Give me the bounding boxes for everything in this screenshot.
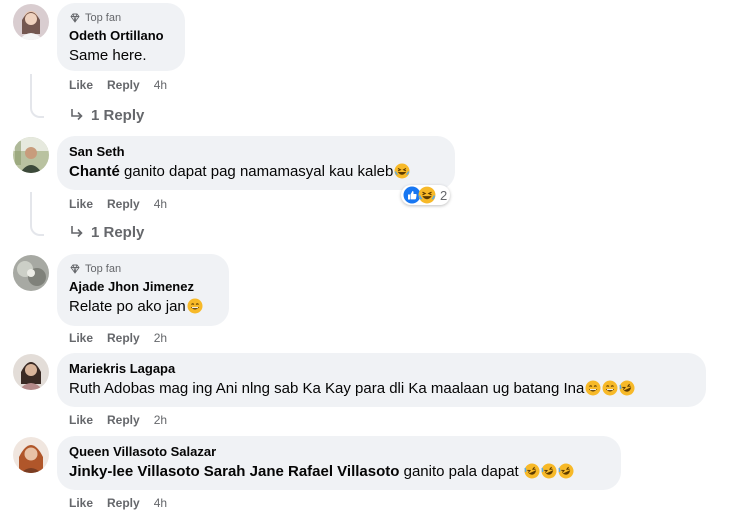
reply-thread-line: [30, 192, 44, 236]
grin-emoji-icon: [602, 380, 618, 396]
reply-button[interactable]: Reply: [107, 197, 140, 211]
like-button[interactable]: Like: [69, 331, 93, 345]
diamond-icon: [69, 263, 81, 275]
top-fan-badge: Top fan: [69, 11, 173, 25]
mentioned-user[interactable]: Jinky-lee Villasoto Sarah Jane Rafael Vi…: [69, 463, 399, 480]
comment-text: Chanté ganito dapat pag namamasyal kau k…: [69, 162, 443, 182]
comment-author[interactable]: Mariekris Lagapa: [69, 361, 694, 377]
avatar[interactable]: [13, 354, 49, 390]
avatar[interactable]: [13, 437, 49, 473]
reply-button[interactable]: Reply: [107, 331, 140, 345]
comment-timestamp[interactable]: 2h: [154, 331, 167, 345]
comment-text: Ruth Adobas mag ing Ani nlng sab Ka Kay …: [69, 379, 694, 399]
comment-body: Relate po ako jan: [69, 298, 186, 315]
haha-reaction-icon: [418, 186, 436, 204]
comment-text: Relate po ako jan: [69, 297, 217, 317]
view-replies-link[interactable]: 1 Reply: [69, 105, 144, 125]
laugh-emoji-icon: [394, 163, 410, 179]
reply-button[interactable]: Reply: [107, 78, 140, 92]
like-button[interactable]: Like: [69, 78, 93, 92]
view-replies-link[interactable]: 1 Reply: [69, 222, 144, 242]
comment-timestamp[interactable]: 2h: [154, 413, 167, 427]
replies-count[interactable]: 1 Reply: [91, 224, 144, 241]
rofl-emoji-icon: [619, 380, 635, 396]
comment-bubble: Queen Villasoto Salazar Jinky-lee Villas…: [57, 436, 621, 490]
rofl-emoji-icon: [524, 463, 540, 479]
comment-author[interactable]: Ajade Jhon Jimenez: [69, 279, 217, 295]
comment-text: Jinky-lee Villasoto Sarah Jane Rafael Vi…: [69, 462, 609, 482]
grin-emoji-icon: [187, 298, 203, 314]
reply-arrow-icon: [69, 224, 85, 240]
comment-bubble: San Seth Chanté ganito dapat pag namamas…: [57, 136, 455, 190]
comment-body: Ruth Adobas mag ing Ani nlng sab Ka Kay …: [69, 380, 585, 397]
reply-arrow-icon: [69, 107, 85, 123]
comment-author[interactable]: San Seth: [69, 144, 443, 160]
like-button[interactable]: Like: [69, 496, 93, 510]
avatar[interactable]: [13, 4, 49, 40]
top-fan-badge: Top fan: [69, 262, 217, 276]
diamond-icon: [69, 12, 81, 24]
replies-count[interactable]: 1 Reply: [91, 107, 144, 124]
grin-emoji-icon: [585, 380, 601, 396]
comment-timestamp[interactable]: 4h: [154, 78, 167, 92]
comment-body: ganito pala dapat: [399, 463, 523, 480]
comment-timestamp[interactable]: 4h: [154, 197, 167, 211]
comment-text: Same here.: [69, 47, 147, 64]
badge-label: Top fan: [85, 263, 122, 275]
comment-bubble: Top fan Ajade Jhon Jimenez Relate po ako…: [57, 254, 229, 326]
comment-author[interactable]: Odeth Ortillano: [69, 28, 173, 44]
like-button[interactable]: Like: [69, 197, 93, 211]
rofl-emoji-icon: [541, 463, 557, 479]
like-button[interactable]: Like: [69, 413, 93, 427]
comment-bubble: Mariekris Lagapa Ruth Adobas mag ing Ani…: [57, 353, 706, 407]
comment-author[interactable]: Queen Villasoto Salazar: [69, 444, 609, 460]
reply-button[interactable]: Reply: [107, 413, 140, 427]
avatar[interactable]: [13, 255, 49, 291]
avatar[interactable]: [13, 137, 49, 173]
comment-bubble: Top fan Odeth Ortillano Same here.: [57, 3, 185, 71]
comment-timestamp[interactable]: 4h: [154, 496, 167, 510]
rofl-emoji-icon: [558, 463, 574, 479]
reaction-summary[interactable]: 2: [401, 185, 451, 205]
badge-label: Top fan: [85, 12, 122, 24]
reaction-count: 2: [440, 187, 448, 203]
reply-thread-line: [30, 74, 44, 118]
reply-button[interactable]: Reply: [107, 496, 140, 510]
comment-body: ganito dapat pag namamasyal kau kaleb: [119, 163, 394, 180]
mentioned-user[interactable]: Chanté: [69, 163, 120, 180]
